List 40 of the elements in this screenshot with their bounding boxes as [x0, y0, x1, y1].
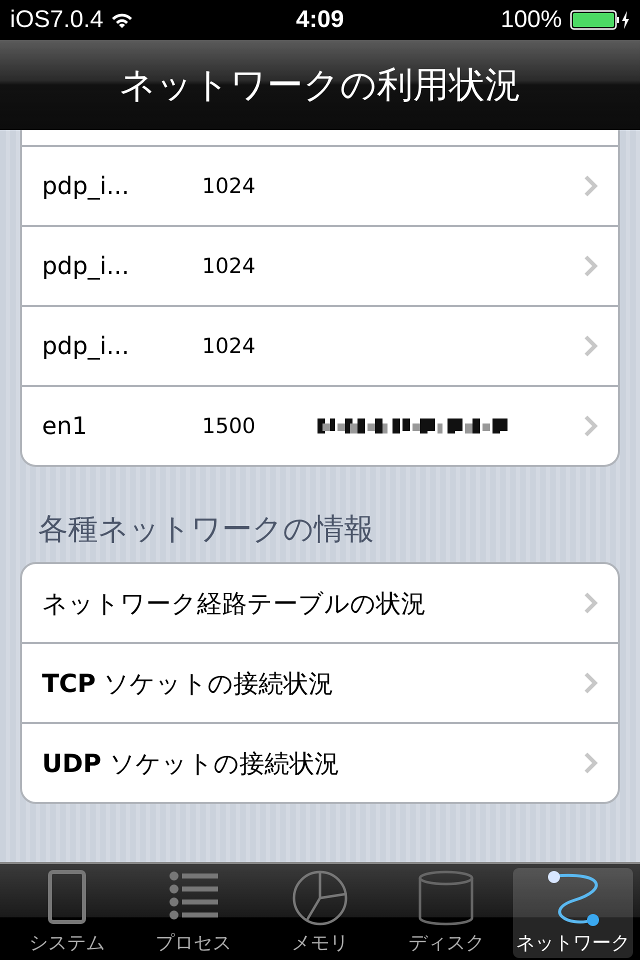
mtu-text: 1024: [202, 334, 256, 358]
chevron-icon: [584, 415, 598, 437]
chevron-icon: [584, 175, 598, 197]
cylinder-icon: [418, 870, 474, 926]
battery-icon: [570, 10, 630, 30]
chevron-icon: [584, 335, 598, 357]
info-row[interactable]: ネットワーク経路テーブルの状況: [22, 564, 618, 642]
wifi-icon: [111, 12, 134, 28]
pie-chart-icon: [292, 870, 348, 926]
info-row[interactable]: UDP ソケットの接続状況: [22, 722, 618, 802]
tab[interactable]: プロセス: [134, 868, 254, 958]
interface-name: pdp_i...: [42, 332, 130, 360]
chevron-icon: [584, 672, 598, 694]
phone-icon: [47, 870, 88, 924]
tab[interactable]: ディスク: [386, 868, 506, 958]
info-label: ネットワーク経路テーブルの状況: [42, 588, 426, 620]
mtu-text: 1024: [202, 174, 256, 198]
mtu-text: 1024: [202, 254, 256, 278]
interface-row[interactable]: pdp_i... 1024: [22, 225, 618, 305]
chevron-icon: [584, 255, 598, 277]
tab[interactable]: ネットワーク: [512, 868, 633, 958]
interface-row[interactable]: pdp_i... 1024: [22, 305, 618, 385]
time-text: 4:09: [296, 6, 344, 34]
info-row[interactable]: TCP ソケットの接続状況: [22, 642, 618, 722]
mtu-text: 1500: [202, 414, 256, 438]
battery-text: 100%: [500, 6, 562, 34]
carrier-text: iOS7.0.4: [10, 6, 104, 34]
interface-row[interactable]: pdp_i... 1024: [22, 145, 618, 225]
nav-title: ネットワークの利用状況: [119, 64, 521, 108]
info-label: TCP ソケットの接続状況: [42, 668, 334, 700]
tab[interactable]: システム: [7, 868, 128, 958]
tab[interactable]: メモリ: [260, 868, 380, 958]
chevron-icon: [584, 592, 598, 614]
interface-row[interactable]: en1 1500: [22, 385, 618, 465]
section-header: 各種ネットワークの情報: [38, 511, 375, 549]
interface-name: pdp_i...: [42, 252, 130, 280]
chevron-icon: [584, 752, 598, 774]
interface-name: pdp_i...: [42, 172, 130, 200]
info-label: UDP ソケットの接続状況: [42, 748, 340, 780]
interface-name: en1: [42, 412, 88, 440]
